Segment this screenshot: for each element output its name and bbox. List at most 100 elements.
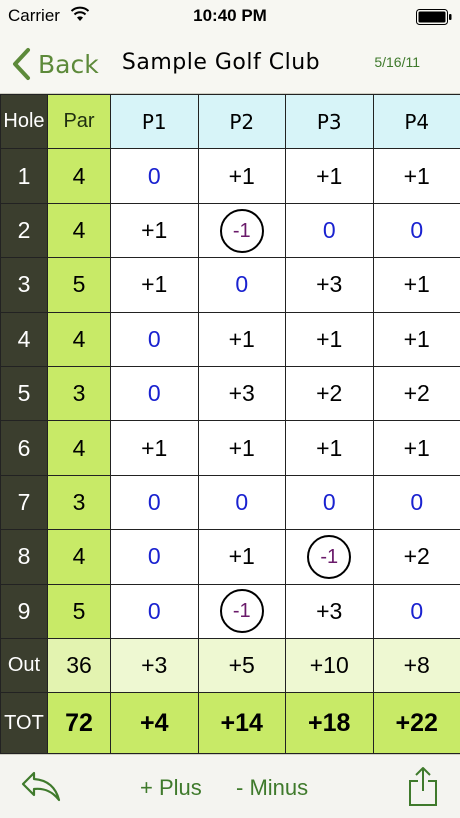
round-date: 5/16/11 — [374, 54, 420, 70]
back-button[interactable]: Back — [10, 44, 99, 84]
score-cell-p4[interactable]: 0 — [372, 583, 460, 640]
score-cell-p1[interactable]: +1 — [110, 420, 199, 476]
out-row: Out 36 +3 +5 +10 +8 — [0, 638, 460, 694]
score-cell-p1[interactable]: 0 — [110, 583, 199, 640]
score-cell-p4[interactable]: 0 — [372, 474, 460, 531]
score-cell-p2[interactable]: 0 — [197, 257, 286, 313]
out-par: 36 — [47, 638, 111, 694]
tot-score-p1: +4 — [110, 692, 199, 754]
player-header-p3[interactable]: P3 — [285, 93, 374, 150]
hole-row: 4 4 0 +1 +1 +1 — [0, 311, 460, 368]
tot-label: TOT — [0, 692, 48, 754]
tot-score-p3: +18 — [285, 692, 374, 754]
player-header-p2[interactable]: P2 — [197, 93, 286, 150]
score-cell-p3[interactable]: +1 — [285, 148, 374, 204]
hole-row: 730000 — [0, 474, 460, 531]
hole-number: 5 — [0, 366, 48, 422]
hole-row: 1 4 0 +1 +1 +1 — [0, 148, 460, 204]
score-cell-p3[interactable]: +3 — [285, 257, 374, 313]
out-score-p1: +3 — [110, 638, 199, 694]
score-cell-p4[interactable]: +1 — [372, 148, 460, 204]
hole-par: 4 — [47, 420, 111, 476]
hole-row: 3 5 +1 0 +3 +1 — [0, 257, 460, 313]
score-cell-p1[interactable]: 0 — [110, 474, 199, 531]
hole-number: 7 — [0, 474, 48, 531]
hole-number: 6 — [0, 420, 48, 476]
score-cell-p1[interactable]: +1 — [110, 257, 199, 313]
score-cell-p3[interactable]: 0 — [285, 202, 374, 259]
score-cell-p2[interactable]: +1 — [197, 529, 286, 585]
back-label: Back — [38, 49, 99, 79]
chevron-left-icon — [13, 48, 30, 80]
score-cell-p3[interactable]: -1 — [285, 529, 374, 585]
nav-bar: Back Sample Golf Club 5/16/11 — [0, 34, 460, 94]
tot-score-p2: +14 — [197, 692, 286, 754]
score-cell-p2[interactable]: -1 — [197, 583, 286, 640]
score-cell-p2[interactable]: +1 — [197, 148, 286, 204]
hole-number: 1 — [0, 148, 48, 204]
hole-number: 2 — [0, 202, 48, 259]
hole-par: 3 — [47, 474, 111, 531]
score-cell-p3[interactable]: +2 — [285, 366, 374, 422]
undo-arrow-icon[interactable] — [20, 769, 62, 803]
hole-number: 4 — [0, 311, 48, 368]
out-score-p3: +10 — [285, 638, 374, 694]
hole-row: 5 3 0 +3 +2 +2 — [0, 366, 460, 422]
score-cell-p3[interactable]: +1 — [285, 420, 374, 476]
score-cell-p2[interactable]: +1 — [197, 420, 286, 476]
hole-par: 4 — [47, 311, 111, 368]
score-cell-p2[interactable]: 0 — [197, 474, 286, 531]
score-cell-p4[interactable]: 0 — [372, 202, 460, 259]
score-cell-p3[interactable]: +3 — [285, 583, 374, 640]
hole-par: 4 — [47, 148, 111, 204]
hole-par: 5 — [47, 257, 111, 313]
under-par-score: -1 — [219, 589, 264, 634]
out-score-p4: +8 — [372, 638, 460, 694]
minus-button[interactable]: - Minus — [236, 775, 308, 801]
battery-icon — [416, 9, 452, 25]
score-cell-p4[interactable]: +1 — [372, 420, 460, 476]
tot-score-p4: +22 — [372, 692, 460, 754]
score-cell-p4[interactable]: +2 — [372, 529, 460, 585]
hole-row: 2 4 +1 -1 0 0 — [0, 202, 460, 259]
score-cell-p4[interactable]: +1 — [372, 311, 460, 368]
scorecard-table: Hole Par P1 P2 P3 P4 1 4 0 +1 +1 +1 2 4 +1 -1 0 0 3 5… — [0, 93, 460, 754]
out-score-p2: +5 — [197, 638, 286, 694]
bottom-toolbar: + Plus - Minus — [0, 754, 460, 818]
score-cell-p1[interactable]: 0 — [110, 366, 199, 422]
score-cell-p1[interactable]: +1 — [110, 202, 199, 259]
status-time: 10:40 PM — [193, 6, 267, 25]
player-header-p1[interactable]: P1 — [110, 93, 199, 150]
hole-par: 5 — [47, 583, 111, 640]
status-bar: Carrier 10:40 PM — [0, 0, 460, 34]
score-cell-p1[interactable]: 0 — [110, 529, 199, 585]
score-cell-p4[interactable]: +2 — [372, 366, 460, 422]
hole-par: 4 — [47, 202, 111, 259]
par-column-header: Par — [47, 93, 111, 150]
score-cell-p3[interactable]: 0 — [285, 474, 374, 531]
hole-row: 6 4 +1 +1 +1 +1 — [0, 420, 460, 476]
hole-number: 9 — [0, 583, 48, 640]
hole-row: 8 4 0 +1 -1 +2 — [0, 529, 460, 585]
score-cell-p2[interactable]: +3 — [197, 366, 286, 422]
score-cell-p1[interactable]: 0 — [110, 311, 199, 368]
header-row: Hole Par P1 P2 P3 P4 — [0, 93, 460, 150]
under-par-score: -1 — [307, 534, 352, 579]
plus-button[interactable]: + Plus — [140, 775, 202, 801]
hole-row: 9 5 0 -1 +3 0 — [0, 583, 460, 640]
share-icon[interactable] — [408, 765, 438, 807]
score-cell-p3[interactable]: +1 — [285, 311, 374, 368]
out-label: Out — [0, 638, 48, 694]
hole-number: 8 — [0, 529, 48, 585]
score-cell-p4[interactable]: +1 — [372, 257, 460, 313]
page-title: Sample Golf Club — [121, 50, 321, 75]
hole-column-header: Hole — [0, 93, 48, 150]
score-cell-p2[interactable]: +1 — [197, 311, 286, 368]
player-header-p4[interactable]: P4 — [372, 93, 460, 150]
under-par-score: -1 — [219, 208, 264, 253]
score-cell-p2[interactable]: -1 — [197, 202, 286, 259]
score-cell-p1[interactable]: 0 — [110, 148, 199, 204]
hole-number: 3 — [0, 257, 48, 313]
tot-par: 72 — [47, 692, 111, 754]
hole-par: 4 — [47, 529, 111, 585]
